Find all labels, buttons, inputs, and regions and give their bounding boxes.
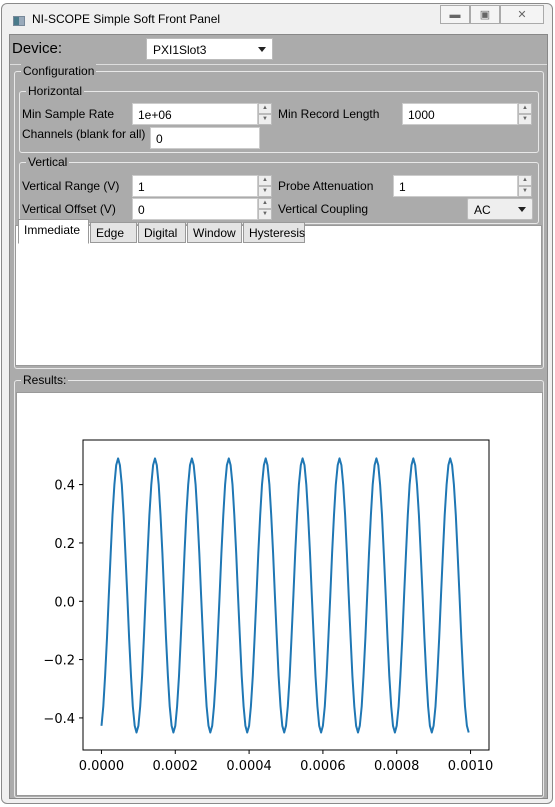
vertical-offset-label: Vertical Offset (V)	[22, 202, 116, 216]
close-button[interactable]: ✕	[500, 5, 544, 24]
probe-attenuation-input[interactable]: 1	[393, 175, 518, 197]
x-tick-label: 0.0010	[448, 759, 494, 774]
probe-attenuation-spinner[interactable]: ▲ ▼	[518, 175, 532, 197]
tab-edge[interactable]: Edge	[90, 222, 137, 243]
results-plot-area: 0.0000 0.0002 0.0004 0.0006 0.0008 0.0010 0.4 0…	[16, 392, 543, 796]
trigger-tab-panel: Immediate Edge Digital Window Hysteresis	[15, 219, 542, 366]
y-tick-label: 0.4	[54, 479, 75, 494]
min-record-length-spinner[interactable]: ▲ ▼	[518, 103, 532, 125]
channels-input[interactable]: 0	[150, 127, 260, 149]
x-tick-label: 0.0008	[374, 759, 420, 774]
min-record-length-input[interactable]: 1000	[402, 103, 518, 125]
chevron-down-icon	[518, 207, 526, 212]
vertical-offset-input[interactable]: 0	[132, 198, 258, 220]
app-window: NI-SCOPE Simple Soft Front Panel ▬ ▣ ✕ D…	[1, 3, 553, 804]
y-tick-label: −0.2	[43, 654, 75, 669]
tab-immediate[interactable]: Immediate	[18, 219, 89, 244]
x-tick-label: 0.0004	[226, 759, 272, 774]
y-tick-label: 0.2	[54, 537, 75, 552]
waveform-chart: 0.0000 0.0002 0.0004 0.0006 0.0008 0.0010 0.4 0…	[43, 439, 494, 774]
minimize-button[interactable]: ▬	[440, 5, 470, 24]
tab-window[interactable]: Window	[187, 222, 242, 243]
y-tick-label: −0.4	[43, 712, 75, 727]
vertical-coupling-label: Vertical Coupling	[278, 202, 369, 216]
min-sample-rate-input[interactable]: 1e+06	[132, 103, 258, 125]
vertical-range-input[interactable]: 1	[132, 175, 258, 197]
probe-attenuation-label: Probe Attenuation	[278, 179, 374, 193]
device-select[interactable]: PXI1Slot3	[146, 38, 273, 60]
y-tick-label: 0.0	[54, 595, 75, 610]
vertical-offset-spinner[interactable]: ▲ ▼	[258, 198, 272, 220]
min-sample-rate-spinner[interactable]: ▲ ▼	[258, 103, 272, 125]
x-tick-label: 0.0006	[300, 759, 346, 774]
vertical-coupling-select[interactable]: AC	[467, 198, 533, 220]
client-area: Device: PXI1Slot3 Configuration Horizont…	[9, 34, 548, 799]
min-record-length-label: Min Record Length	[278, 107, 380, 121]
vertical-range-label: Vertical Range (V)	[22, 179, 120, 193]
x-tick-label: 0.0000	[79, 759, 125, 774]
x-tick-label: 0.0002	[153, 759, 199, 774]
maximize-button[interactable]: ▣	[470, 5, 500, 24]
min-sample-rate-label: Min Sample Rate	[22, 107, 115, 121]
tab-hysteresis[interactable]: Hysteresis	[243, 222, 305, 243]
chevron-down-icon	[258, 47, 266, 52]
series-line	[100, 457, 470, 734]
tab-digital[interactable]: Digital	[138, 222, 186, 243]
channels-label: Channels (blank for all)	[22, 127, 146, 141]
vertical-range-spinner[interactable]: ▲ ▼	[258, 175, 272, 197]
app-icon	[13, 16, 25, 26]
device-label: Device:	[12, 40, 63, 57]
